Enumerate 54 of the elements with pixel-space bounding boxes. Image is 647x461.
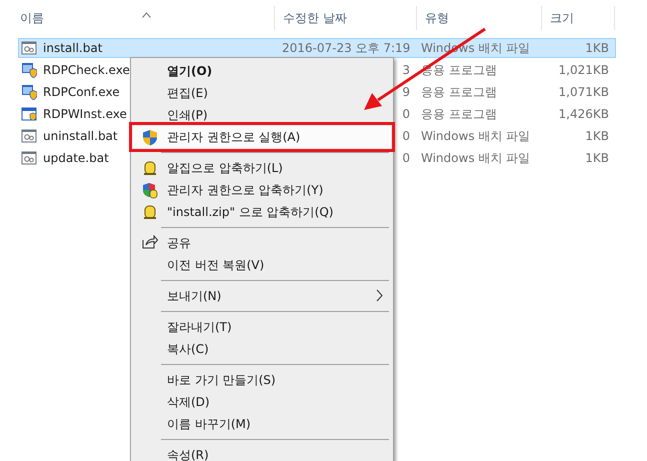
batch-file-icon <box>21 40 37 56</box>
menu-item[interactable]: 편집(E) <box>133 82 391 104</box>
file-date: 0 <box>402 151 410 165</box>
file-date: 9 <box>402 85 410 99</box>
batch-file-icon <box>21 128 37 144</box>
batch-file-icon <box>21 150 37 166</box>
menu-item[interactable]: 보내기(N) <box>133 285 391 307</box>
file-name: RDPWInst.exe <box>43 107 127 121</box>
file-name: update.bat <box>43 151 109 165</box>
menu-item[interactable]: 관리자 권한으로 실행(A) <box>133 126 391 148</box>
file-name: install.bat <box>43 41 102 55</box>
file-size: 1KB <box>585 129 609 143</box>
file-date: 3 <box>402 63 410 77</box>
menu-item[interactable]: 인쇄(P) <box>133 104 391 126</box>
menu-item[interactable]: 잘라내기(T) <box>133 316 391 338</box>
column-header[interactable]: 크기 <box>550 10 574 26</box>
menu-item[interactable]: 열기(O) <box>133 60 391 82</box>
file-date: 0 <box>402 107 410 121</box>
program-shield-icon <box>21 62 37 78</box>
file-size: 1,071KB <box>558 85 609 99</box>
column-header[interactable]: 수정한 날짜 <box>283 10 347 26</box>
file-type: 응용 프로그램 <box>421 106 497 120</box>
menu-item[interactable]: "install.zip" 으로 압축하기(Q) <box>133 201 391 223</box>
menu-item[interactable]: 삭제(D) <box>133 391 391 413</box>
share-icon <box>142 235 158 249</box>
shield-icon <box>142 129 158 146</box>
menu-item[interactable]: 알집으로 압축하기(L) <box>133 157 391 179</box>
menu-item[interactable]: 이전 버전 복원(V) <box>133 254 391 276</box>
file-date: 2016-07-23 오후 7:19 <box>282 40 410 54</box>
archive-icon <box>143 204 157 220</box>
menu-item[interactable]: 바로 가기 만들기(S) <box>133 369 391 391</box>
file-name: RDPConf.exe <box>43 85 120 99</box>
file-size: 1,021KB <box>558 63 609 77</box>
menu-item[interactable]: 속성(R) <box>133 444 391 461</box>
column-header[interactable]: 유형 <box>425 10 449 26</box>
menu-item[interactable]: 이름 바꾸기(M) <box>133 413 391 435</box>
file-type: 응용 프로그램 <box>421 84 497 98</box>
column-header[interactable]: 이름 <box>20 10 44 26</box>
file-name: uninstall.bat <box>43 129 118 143</box>
file-name: RDPCheck.exe <box>43 63 130 77</box>
file-size: 1KB <box>585 151 609 165</box>
file-type: Windows 배치 파일 <box>421 150 530 164</box>
installer-icon <box>21 106 37 122</box>
menu-item[interactable]: 복사(C) <box>133 338 391 360</box>
file-date: 0 <box>402 129 410 143</box>
archive-icon <box>143 160 157 176</box>
program-shield-icon <box>21 84 37 100</box>
file-size: 1KB <box>585 41 609 55</box>
menu-item[interactable]: 관리자 권한으로 압축하기(Y) <box>133 179 391 201</box>
sort-caret-icon <box>142 12 152 18</box>
file-size: 1,426KB <box>558 107 609 121</box>
shield-archive-icon <box>142 182 158 199</box>
menu-item[interactable]: 공유 <box>133 232 391 254</box>
file-type: Windows 배치 파일 <box>421 128 530 142</box>
